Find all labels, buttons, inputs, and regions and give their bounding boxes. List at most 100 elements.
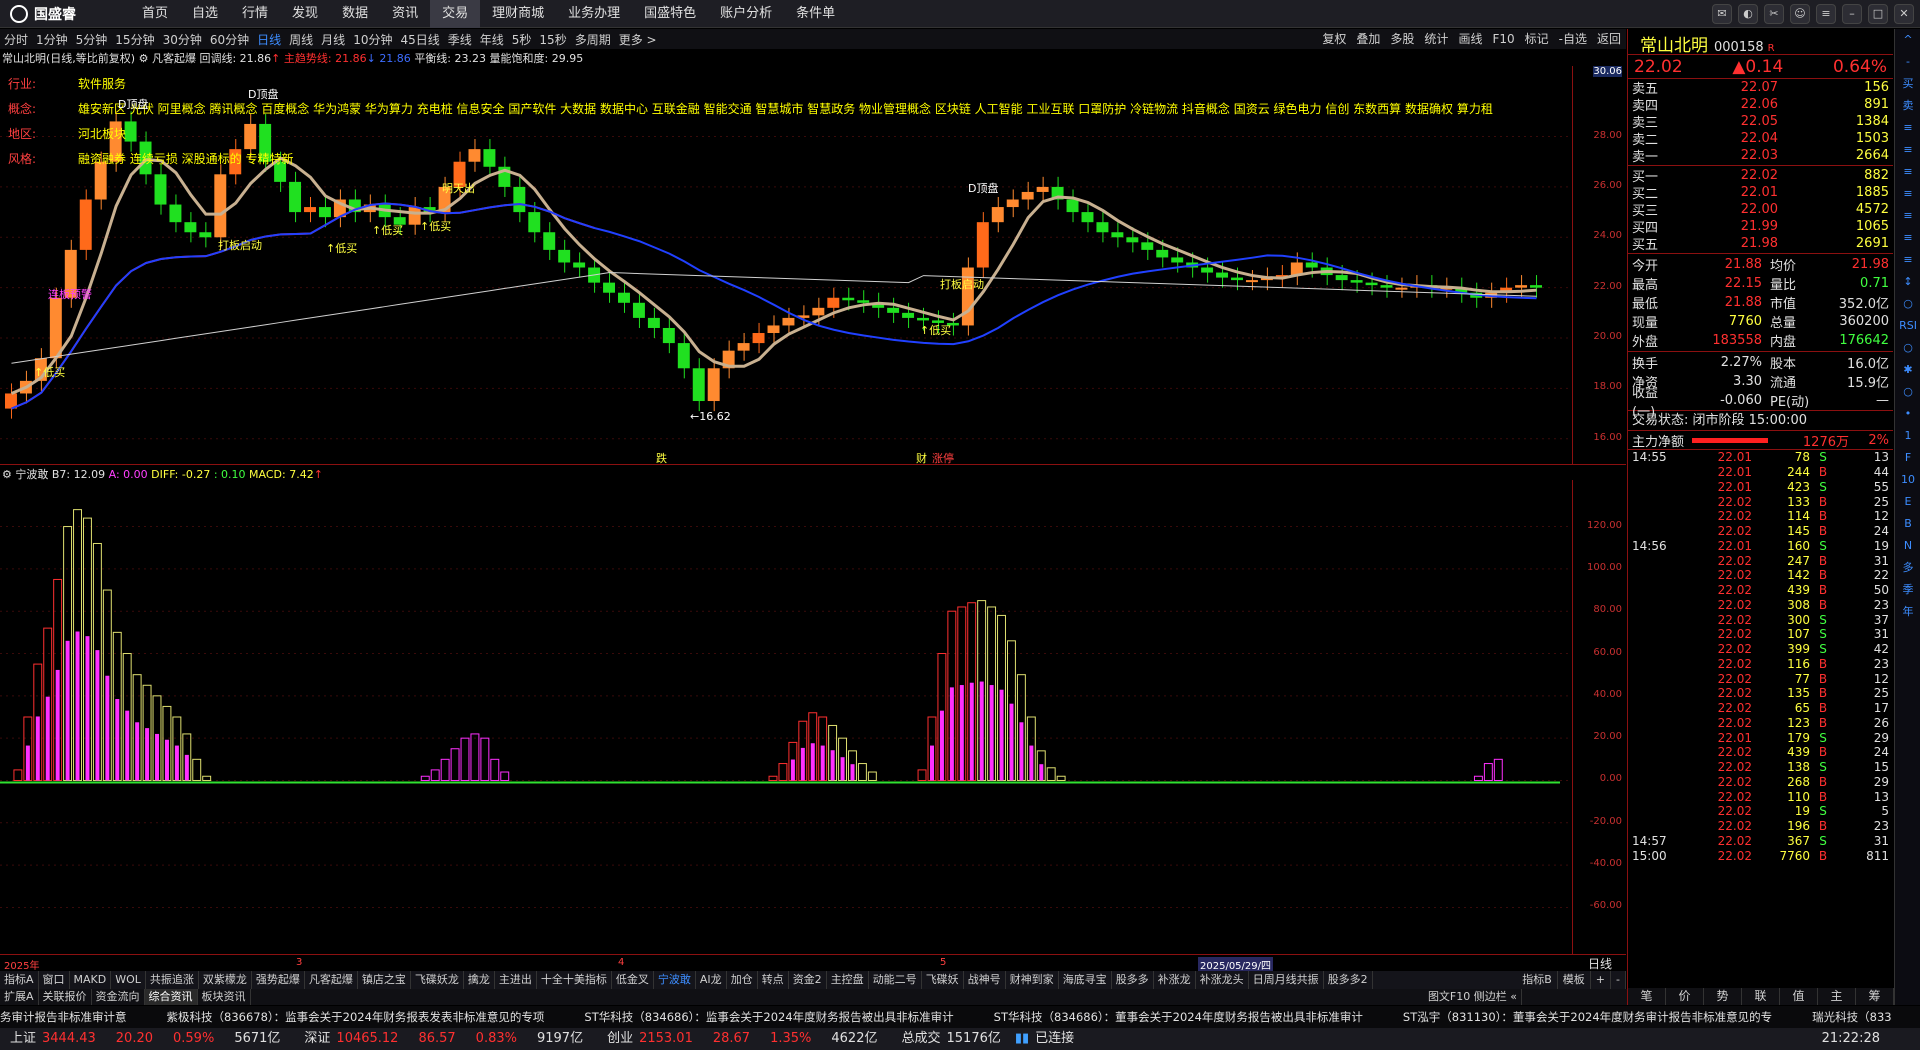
ask-row[interactable]: 卖五 22.07 156 <box>1628 79 1893 97</box>
indicator-tab[interactable]: 飞碟妖龙 <box>411 971 464 989</box>
ask-row[interactable]: 卖二 22.04 1503 <box>1628 130 1893 148</box>
indicator-tab-tool[interactable]: 模板 <box>1558 971 1591 989</box>
menu-item[interactable]: 国盛特色 <box>632 0 708 28</box>
tick-list[interactable]: 14:55 22.01 78 S 13 22.01 244 B 44 22.01 423 S 55 22.… <box>1628 450 1893 863</box>
indicator-tab[interactable]: WOL <box>111 971 146 989</box>
indicator-tab[interactable]: 加仓 <box>727 971 758 989</box>
indicator-tab[interactable]: 财神到家 <box>1006 971 1059 989</box>
indicator-chart[interactable] <box>0 480 1572 954</box>
indicator-tab[interactable]: 主控盘 <box>827 971 869 989</box>
indicator-tab[interactable]: 股多多2 <box>1324 971 1373 989</box>
side-tool-icon[interactable]: 买 <box>1895 73 1920 95</box>
indicator-tab[interactable]: 动能二号 <box>869 971 922 989</box>
menu-item[interactable]: 交易 <box>430 0 481 28</box>
quote-tab[interactable]: 主 <box>1818 988 1856 1005</box>
indicator-tab[interactable]: 窗口 <box>39 971 70 989</box>
skin-icon[interactable]: ◐ <box>1738 4 1758 24</box>
indicator-tab-tool[interactable]: - <box>1611 971 1626 989</box>
side-tool-icon[interactable]: RSI <box>1895 315 1920 337</box>
period-tab[interactable]: 月线 <box>317 31 349 48</box>
period-tool-button[interactable]: 统计 <box>1419 29 1453 49</box>
indicator-tab[interactable]: AI龙 <box>696 971 727 989</box>
side-tool-icon[interactable]: ≡ <box>1895 249 1920 271</box>
side-tool-icon[interactable]: ○ <box>1895 337 1920 359</box>
sub-tab[interactable]: 综合资讯 <box>144 989 198 1005</box>
news-item[interactable]: ST华科技（834686）：监事会关于2024年度财务报告被出具非标准审计 <box>584 1010 953 1024</box>
sub-tab[interactable]: 关联报价 <box>39 989 92 1005</box>
indicator-tab[interactable]: 补涨龙 <box>1154 971 1196 989</box>
period-tab[interactable]: 60分钟 <box>206 31 253 48</box>
period-tab[interactable]: 5分钟 <box>72 31 112 48</box>
close-icon[interactable]: ✕ <box>1894 4 1914 24</box>
side-tool-icon[interactable]: ≡ <box>1895 139 1920 161</box>
indicator-tab[interactable]: 日周月线共振 <box>1249 971 1324 989</box>
side-tool-icon[interactable]: ○ <box>1895 293 1920 315</box>
menu-item[interactable]: 行情 <box>230 0 280 28</box>
side-tool-icon[interactable]: E <box>1895 491 1920 513</box>
side-tool-icon[interactable]: ≡ <box>1895 183 1920 205</box>
period-tab[interactable]: 多周期 <box>571 31 615 48</box>
quote-tab[interactable]: 值 <box>1780 988 1818 1005</box>
period-tool-button[interactable]: 标记 <box>1520 29 1554 49</box>
sub-tab[interactable]: 扩展A <box>0 989 39 1005</box>
indicator-tab[interactable]: 双紫檬龙 <box>199 971 252 989</box>
bid-row[interactable]: 买三 22.00 4572 <box>1628 201 1893 219</box>
bid-row[interactable]: 买四 21.99 1065 <box>1628 218 1893 236</box>
indicator-tab[interactable]: 海底寻宝 <box>1059 971 1112 989</box>
sz-index-label[interactable]: 深证 <box>304 1028 330 1050</box>
bid-row[interactable]: 买二 22.01 1885 <box>1628 184 1893 202</box>
side-tool-icon[interactable]: ≡ <box>1895 161 1920 183</box>
cy-index-label[interactable]: 创业 <box>607 1028 633 1050</box>
menu-item[interactable]: 资讯 <box>380 0 430 28</box>
indicator-gear-icon[interactable]: ⚙ <box>139 52 149 65</box>
period-tab[interactable]: 45日线 <box>396 31 443 48</box>
indicator-tab[interactable]: 擒龙 <box>464 971 495 989</box>
menu-item[interactable]: 数据 <box>330 0 380 28</box>
side-tool-icon[interactable]: ≡ <box>1895 227 1920 249</box>
menu-item[interactable]: 理财商城 <box>480 0 556 28</box>
menu-item[interactable]: 发现 <box>280 0 330 28</box>
side-tool-icon[interactable]: ↕ <box>1895 271 1920 293</box>
user-icon[interactable]: ☺ <box>1790 4 1810 24</box>
period-tab[interactable]: 分时 <box>0 31 32 48</box>
side-tool-icon[interactable]: F <box>1895 447 1920 469</box>
side-tool-icon[interactable]: ≡ <box>1895 117 1920 139</box>
indicator-tab[interactable]: 镇店之宝 <box>358 971 411 989</box>
period-tab[interactable]: 5秒 <box>508 31 536 48</box>
indicator-tab[interactable]: 指标A <box>0 971 39 989</box>
period-tool-button[interactable]: 画线 <box>1453 29 1487 49</box>
news-item[interactable]: 紫极科技（836678）：监事会关于2024年财务报表发表非标准意见的专项 <box>167 1010 545 1024</box>
ask-row[interactable]: 卖四 22.06 891 <box>1628 96 1893 114</box>
news-item[interactable]: ST华科技（834686）：董事会关于2024年度财务报告被出具非标准审计 <box>994 1010 1363 1024</box>
indicator-tab[interactable]: 主进出 <box>495 971 537 989</box>
period-tab[interactable]: 10分钟 <box>349 31 396 48</box>
sh-index-label[interactable]: 上证 <box>10 1028 36 1050</box>
side-tool-icon[interactable]: 1 <box>1895 425 1920 447</box>
period-tool-button[interactable]: 叠加 <box>1351 29 1385 49</box>
bid-row[interactable]: 买一 22.02 882 <box>1628 167 1893 185</box>
indicator-tab[interactable]: 资金2 <box>789 971 827 989</box>
side-tool-icon[interactable]: B <box>1895 513 1920 535</box>
news-item[interactable]: 瑞光科技（833 <box>1812 1010 1891 1024</box>
side-tool-icon[interactable]: 卖 <box>1895 95 1920 117</box>
maximize-icon[interactable]: □ <box>1868 4 1888 24</box>
news-item[interactable]: ST泓宇（831130）：董事会关于2024年度财务审计报告非标准意见的专 <box>1403 1010 1772 1024</box>
side-tool-icon[interactable]: ^ <box>1895 29 1920 51</box>
side-tool-icon[interactable]: • <box>1895 403 1920 425</box>
side-tool-icon[interactable]: ≡ <box>1895 205 1920 227</box>
indicator-name[interactable]: 凡客起爆 <box>152 52 196 65</box>
quote-tab[interactable]: 笔 <box>1628 988 1666 1005</box>
period-tab[interactable]: 15秒 <box>535 31 570 48</box>
indicator-tab[interactable]: 战神号 <box>964 971 1006 989</box>
sub-tab[interactable]: 板块资讯 <box>198 989 251 1005</box>
indicator-tab[interactable]: MAKD <box>70 971 112 989</box>
side-tool-icon[interactable]: 多 <box>1895 557 1920 579</box>
period-tool-button[interactable]: 复权 <box>1317 29 1351 49</box>
period-tab[interactable]: 周线 <box>285 31 317 48</box>
period-tab[interactable]: 30分钟 <box>159 31 206 48</box>
period-tool-button[interactable]: 多股 <box>1385 29 1419 49</box>
side-tool-icon[interactable]: 10 <box>1895 469 1920 491</box>
period-tab[interactable]: 1分钟 <box>32 31 72 48</box>
news-item[interactable]: 务审计报告非标准审计意 <box>0 1010 127 1024</box>
indicator-tab[interactable]: 飞碟妖 <box>922 971 964 989</box>
